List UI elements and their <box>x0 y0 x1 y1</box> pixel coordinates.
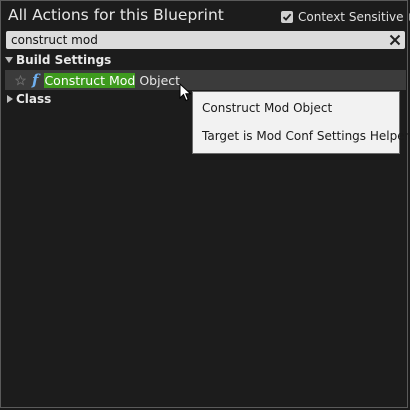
search-field[interactable]: construct mod <box>6 31 405 49</box>
action-menu-header: All Actions for this Blueprint Context S… <box>1 1 410 31</box>
tooltip-title: Construct Mod Object <box>202 101 333 115</box>
category-class[interactable]: Class <box>5 91 51 107</box>
clear-search-icon[interactable] <box>388 33 402 47</box>
action-item-label: Construct Mod Object <box>44 72 181 88</box>
action-tooltip: Construct Mod Object Target is Mod Conf … <box>192 91 410 154</box>
action-item-construct-mod-object[interactable]: f Construct Mod Object <box>15 72 180 88</box>
context-sensitive-label: Context Sensitive <box>298 10 404 24</box>
collapse-arrow-icon[interactable] <box>5 57 13 63</box>
context-sensitive-toggle[interactable]: Context Sensitive <box>281 9 410 25</box>
tooltip-target: Target is Mod Conf Settings Helper <box>202 129 410 143</box>
mouse-cursor-icon <box>179 83 192 102</box>
context-sensitive-checkbox[interactable] <box>281 11 293 23</box>
blueprint-action-menu: All Actions for this Blueprint Context S… <box>0 0 410 408</box>
favorite-star-icon[interactable] <box>15 74 26 86</box>
function-icon: f <box>32 71 39 89</box>
category-label: Build Settings <box>16 53 112 67</box>
category-build-settings[interactable]: Build Settings <box>5 52 111 68</box>
category-label: Class <box>16 92 52 106</box>
action-item-label-rest: Object <box>135 72 181 88</box>
search-input[interactable]: construct mod <box>11 33 98 47</box>
checkmark-icon <box>282 13 292 21</box>
menu-title: All Actions for this Blueprint <box>8 6 224 24</box>
search-match-highlight: Construct Mod <box>44 72 136 88</box>
expand-arrow-icon[interactable] <box>7 95 13 103</box>
